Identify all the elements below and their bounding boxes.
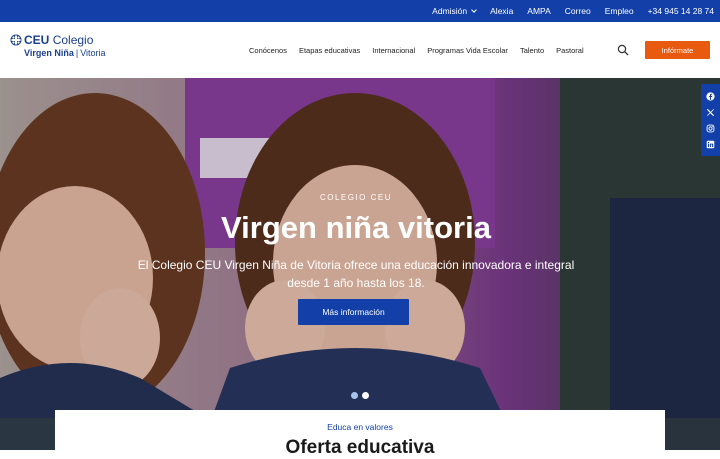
- nav-item-pastoral[interactable]: Pastoral: [556, 46, 584, 55]
- carousel-dots: [351, 392, 373, 399]
- logo-school: Virgen Niña: [24, 48, 74, 58]
- school-logo[interactable]: CEU Colegio Virgen Niña | Vitoria: [10, 33, 120, 69]
- topbar-link-label: Admisión: [432, 6, 468, 16]
- topbar-link-correo[interactable]: Correo: [565, 6, 591, 16]
- instagram-icon[interactable]: [706, 124, 715, 133]
- topbar-link-phone[interactable]: +34 945 14 28 74: [648, 6, 714, 16]
- hero-subtitle-line2: desde 1 año hasta los 18.: [287, 276, 425, 290]
- topbar-link-admision[interactable]: Admisión: [432, 6, 477, 16]
- hero-title: Virgen niña vitoria: [221, 210, 491, 245]
- logo-name: Colegio: [52, 33, 94, 47]
- logo-title: CEU Colegio: [24, 33, 93, 47]
- logo-subtitle: Virgen Niña | Vitoria: [24, 48, 106, 58]
- main-nav: Conócenos Etapas educativas Internaciona…: [249, 22, 596, 78]
- hero-banner: COLEGIO CEU Virgen niña vitoria El Coleg…: [0, 78, 720, 450]
- nav-item-internacional[interactable]: Internacional: [372, 46, 415, 55]
- linkedin-icon[interactable]: [706, 140, 715, 149]
- section-kicker: Educa en valores: [327, 422, 393, 432]
- carousel-dot-1[interactable]: [351, 392, 358, 399]
- chevron-down-icon: [471, 6, 477, 13]
- nav-item-talento[interactable]: Talento: [520, 46, 544, 55]
- top-utility-links: Admisión Alexia AMPA Correo Empleo +34 9…: [418, 0, 714, 22]
- informate-button[interactable]: Infórmate: [645, 41, 710, 59]
- hero-subtitle-line1: El Colegio CEU Virgen Niña de Vitoria of…: [137, 258, 575, 272]
- main-header: CEU Colegio Virgen Niña | Vitoria Conóceno…: [0, 22, 720, 78]
- top-utility-bar: Admisión Alexia AMPA Correo Empleo +34 9…: [0, 0, 720, 22]
- nav-item-etapas[interactable]: Etapas educativas: [299, 46, 360, 55]
- topbar-link-ampa[interactable]: AMPA: [527, 6, 550, 16]
- search-icon[interactable]: [617, 44, 629, 56]
- x-icon[interactable]: [706, 108, 715, 117]
- facebook-icon[interactable]: [706, 91, 715, 101]
- nav-item-conocenos[interactable]: Conócenos: [249, 46, 287, 55]
- logo-brand: CEU: [24, 33, 50, 47]
- nav-item-programas[interactable]: Programas Vida Escolar: [427, 46, 508, 55]
- topbar-link-empleo[interactable]: Empleo: [605, 6, 634, 16]
- hero-kicker: COLEGIO CEU: [319, 193, 393, 202]
- section-title: Oferta educativa: [285, 437, 435, 458]
- carousel-dot-2[interactable]: [362, 392, 369, 399]
- social-rail: [701, 84, 720, 156]
- topbar-link-alexia[interactable]: Alexia: [490, 6, 513, 16]
- logo-city: Vitoria: [80, 48, 106, 58]
- hero-subtitle: El Colegio CEU Virgen Niña de Vitoria of…: [0, 256, 712, 292]
- mas-informacion-button[interactable]: Más información: [298, 299, 409, 325]
- ceu-cross-icon: [10, 34, 22, 46]
- oferta-educativa-card: Educa en valores Oferta educativa: [55, 410, 665, 458]
